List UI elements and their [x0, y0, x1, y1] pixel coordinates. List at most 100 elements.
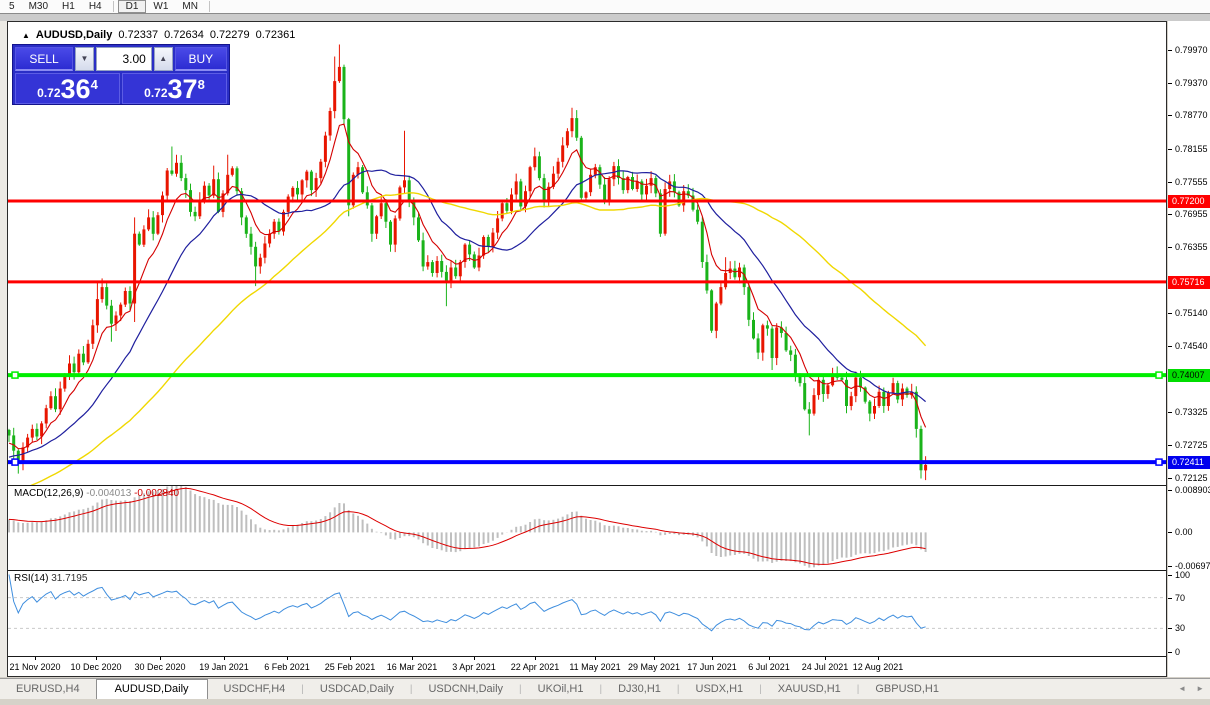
- tab-usdcnh-daily[interactable]: USDCNH,Daily: [412, 680, 519, 699]
- chart-symbol-label: AUDUSD,Daily: [36, 29, 112, 41]
- time-axis-label: 22 Apr 2021: [511, 662, 560, 672]
- timeframe-button-w1[interactable]: W1: [146, 0, 175, 13]
- axis-tick: [1168, 575, 1172, 576]
- time-axis-tick: [35, 657, 36, 660]
- axis-tick: [1168, 346, 1172, 347]
- time-axis-label: 30 Dec 2020: [134, 662, 185, 672]
- tab-usdx-h1[interactable]: USDX,H1: [680, 680, 760, 699]
- macd-main-value: -0.004013: [86, 488, 131, 499]
- price-axis-label: 0.74540: [1175, 341, 1208, 351]
- price-line-badge: 0.75716: [1168, 276, 1210, 289]
- timeframe-button-5[interactable]: 5: [2, 0, 22, 13]
- axis-tick: [1168, 445, 1172, 446]
- window-bottom-edge: [0, 699, 1210, 705]
- tab-usdcad-daily[interactable]: USDCAD,Daily: [304, 680, 410, 699]
- macd-pane[interactable]: [8, 486, 1166, 570]
- toolbar-separator: [113, 1, 114, 12]
- sell-price-sup: 4: [91, 77, 98, 92]
- timeframe-button-m30[interactable]: M30: [22, 0, 55, 13]
- time-axis-tick: [350, 657, 351, 660]
- time-axis-label: 24 Jul 2021: [802, 662, 849, 672]
- price-axis-label: 0.72125: [1175, 473, 1208, 483]
- time-axis-label: 11 May 2021: [569, 662, 620, 672]
- time-axis-tick: [712, 657, 713, 660]
- price-axis-label: 0.78770: [1175, 110, 1208, 120]
- collapse-triangle-icon[interactable]: ▲: [22, 31, 30, 40]
- chart-window[interactable]: 21 Nov 2020 10 Dec 2020 30 Dec 2020 19 Jan …: [7, 21, 1167, 677]
- price-axis-label: 0.79970: [1175, 45, 1208, 55]
- price-axis-label: 0.76955: [1175, 209, 1208, 219]
- time-axis-tick: [412, 657, 413, 660]
- time-axis-label: 3 Apr 2021: [452, 662, 496, 672]
- rsi-axis-label: 30: [1175, 623, 1185, 633]
- timeframe-button-mn[interactable]: MN: [175, 0, 205, 13]
- tab-eurusd-h4[interactable]: EURUSD,H4: [0, 680, 96, 699]
- time-axis-label: 6 Jul 2021: [748, 662, 790, 672]
- axis-tick: [1168, 115, 1172, 116]
- volume-decrease-button[interactable]: ▼: [75, 47, 94, 71]
- buy-button[interactable]: BUY: [175, 47, 227, 71]
- time-axis: 21 Nov 2020 10 Dec 2020 30 Dec 2020 19 Jan …: [8, 657, 1166, 676]
- price-axis[interactable]: 0.799700.793700.787700.781550.775550.769…: [1168, 21, 1210, 677]
- time-axis-tick: [474, 657, 475, 660]
- tab-audusd-daily[interactable]: AUDUSD,Daily: [96, 679, 208, 700]
- rsi-axis-label: 0: [1175, 647, 1180, 657]
- tabs-scroll-right-icon[interactable]: ►: [1196, 684, 1204, 693]
- price-line-badge: 0.74007: [1168, 369, 1210, 382]
- buy-price-sup: 8: [198, 77, 205, 92]
- tab-usdchf-h4[interactable]: USDCHF,H4: [208, 680, 302, 699]
- price-axis-label: 0.76355: [1175, 242, 1208, 252]
- symbol-tab-bar: EURUSD,H4AUDUSD,DailyUSDCHF,H4|USDCAD,Da…: [0, 678, 1210, 699]
- sell-button[interactable]: SELL: [15, 47, 73, 71]
- axis-tick: [1168, 598, 1172, 599]
- chart-header: ▲ AUDUSD,Daily 0.72337 0.72634 0.72279 0…: [22, 29, 295, 41]
- buy-price-big: 37: [168, 76, 198, 102]
- time-axis-label: 25 Feb 2021: [325, 662, 376, 672]
- one-click-trade-panel: SELL ▼ ▲ BUY 0.72 36 4 0.72 37 8: [12, 44, 230, 105]
- price-line-badge: 0.72411: [1168, 456, 1210, 469]
- axis-tick: [1168, 83, 1172, 84]
- axis-tick: [1168, 478, 1172, 479]
- time-axis-tick: [595, 657, 596, 660]
- time-axis-label: 29 May 2021: [628, 662, 680, 672]
- time-axis-label: 16 Mar 2021: [387, 662, 438, 672]
- time-axis-label: 10 Dec 2020: [70, 662, 121, 672]
- price-axis-label: 0.73325: [1175, 407, 1208, 417]
- axis-tick: [1168, 214, 1172, 215]
- buy-price-small: 0.72: [144, 86, 167, 100]
- ohlc-high: 0.72634: [164, 29, 204, 41]
- macd-indicator-label: MACD(12,26,9) -0.004013 -0.002840: [14, 488, 179, 499]
- rsi-pane[interactable]: [8, 571, 1166, 656]
- tab-xauusd-h1[interactable]: XAUUSD,H1: [762, 680, 857, 699]
- sell-price-display[interactable]: 0.72 36 4: [15, 73, 120, 104]
- axis-tick: [1168, 412, 1172, 413]
- timeframe-button-d1[interactable]: D1: [118, 0, 147, 13]
- axis-tick: [1168, 149, 1172, 150]
- time-axis-label: 17 Jun 2021: [687, 662, 737, 672]
- ohlc-open: 0.72337: [118, 29, 158, 41]
- axis-tick: [1168, 532, 1172, 533]
- time-axis-label: 21 Nov 2020: [9, 662, 60, 672]
- time-axis-tick: [160, 657, 161, 660]
- tab-ukoil-h1[interactable]: UKOil,H1: [522, 680, 600, 699]
- volume-input[interactable]: [96, 47, 152, 71]
- price-axis-label: 0.79370: [1175, 78, 1208, 88]
- rsi-value: 31.7195: [51, 573, 87, 584]
- time-axis-tick: [224, 657, 225, 660]
- axis-tick: [1168, 313, 1172, 314]
- tab-dj30-h1[interactable]: DJ30,H1: [602, 680, 677, 699]
- price-axis-label: 0.77555: [1175, 177, 1208, 187]
- tab-gbpusd-h1[interactable]: GBPUSD,H1: [859, 680, 955, 699]
- timeframe-button-h1[interactable]: H1: [55, 0, 82, 13]
- timeframe-button-h4[interactable]: H4: [82, 0, 109, 13]
- time-axis-label: 19 Jan 2021: [199, 662, 249, 672]
- rsi-axis-label: 100: [1175, 570, 1190, 580]
- volume-increase-button[interactable]: ▲: [154, 47, 173, 71]
- time-axis-tick: [96, 657, 97, 660]
- axis-tick: [1168, 50, 1172, 51]
- macd-signal-value: -0.002840: [134, 488, 179, 499]
- axis-tick: [1168, 652, 1172, 653]
- tabs-scroll-left-icon[interactable]: ◄: [1178, 684, 1186, 693]
- buy-price-display[interactable]: 0.72 37 8: [122, 73, 227, 104]
- macd-axis-label: 0.008903: [1175, 485, 1210, 495]
